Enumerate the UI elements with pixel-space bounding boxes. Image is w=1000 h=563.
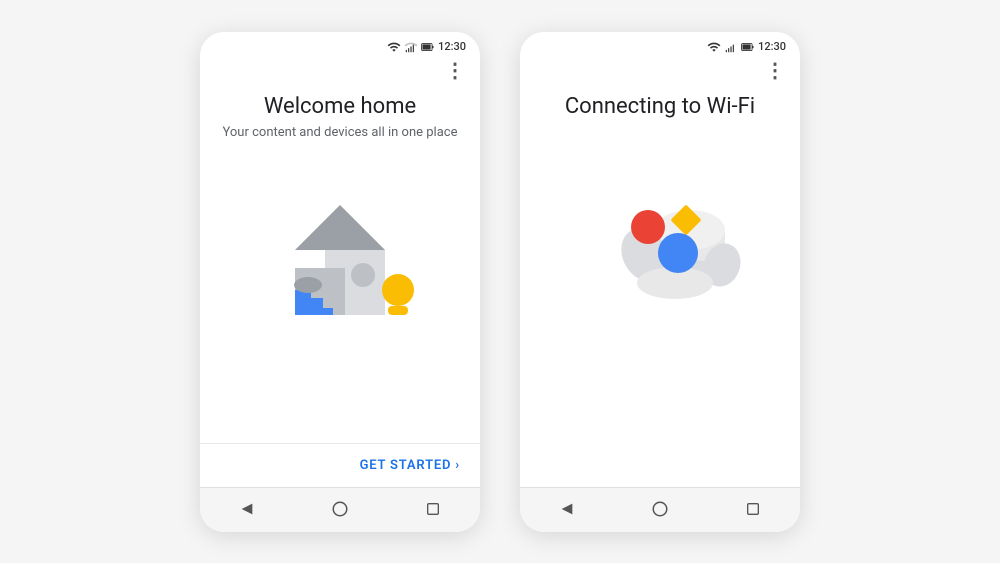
phone1-content: Welcome home Your content and devices al… [200, 84, 480, 443]
recents-nav-icon[interactable] [422, 498, 444, 520]
status-icons-1: 12:30 [387, 40, 466, 54]
wifi-status-icon-2 [707, 40, 721, 54]
home-illustration [240, 160, 440, 350]
nav-bar-1 [200, 487, 480, 532]
signal-status-icon-2 [724, 40, 738, 54]
wifi-illustration [560, 125, 760, 315]
home-nav-icon[interactable] [329, 498, 351, 520]
get-started-button[interactable]: GET STARTED › [360, 458, 460, 473]
menu-button-2[interactable]: ⋮ [520, 58, 800, 84]
house-svg [240, 160, 440, 350]
back-nav-icon-2[interactable] [556, 498, 578, 520]
phone-2: 12:30 ⋮ Connecting to Wi-Fi [520, 32, 800, 532]
home-nav-icon-2[interactable] [649, 498, 671, 520]
phone-1: 12:30 ⋮ Welcome home Your content and de… [200, 32, 480, 532]
battery-status-icon-2 [741, 40, 755, 54]
wifi-status-icon [387, 40, 401, 54]
phone1-subtitle: Your content and devices all in one plac… [223, 125, 458, 140]
signal-status-icon [404, 40, 418, 54]
status-icons-2: 12:30 [707, 40, 786, 54]
back-nav-icon[interactable] [236, 498, 258, 520]
recents-nav-icon-2[interactable] [742, 498, 764, 520]
phone2-content: Connecting to Wi-Fi [520, 84, 800, 487]
phone2-title: Connecting to Wi-Fi [565, 94, 755, 119]
menu-button-1[interactable]: ⋮ [200, 58, 480, 84]
time-display-1: 12:30 [438, 40, 466, 53]
battery-status-icon [421, 40, 435, 54]
wifi-svg [560, 125, 760, 315]
nav-bar-2 [520, 487, 800, 532]
status-bar-2: 12:30 [520, 32, 800, 58]
time-display-2: 12:30 [758, 40, 786, 53]
phone1-title: Welcome home [264, 94, 416, 119]
status-bar-1: 12:30 [200, 32, 480, 58]
phone1-footer: GET STARTED › [200, 443, 480, 487]
